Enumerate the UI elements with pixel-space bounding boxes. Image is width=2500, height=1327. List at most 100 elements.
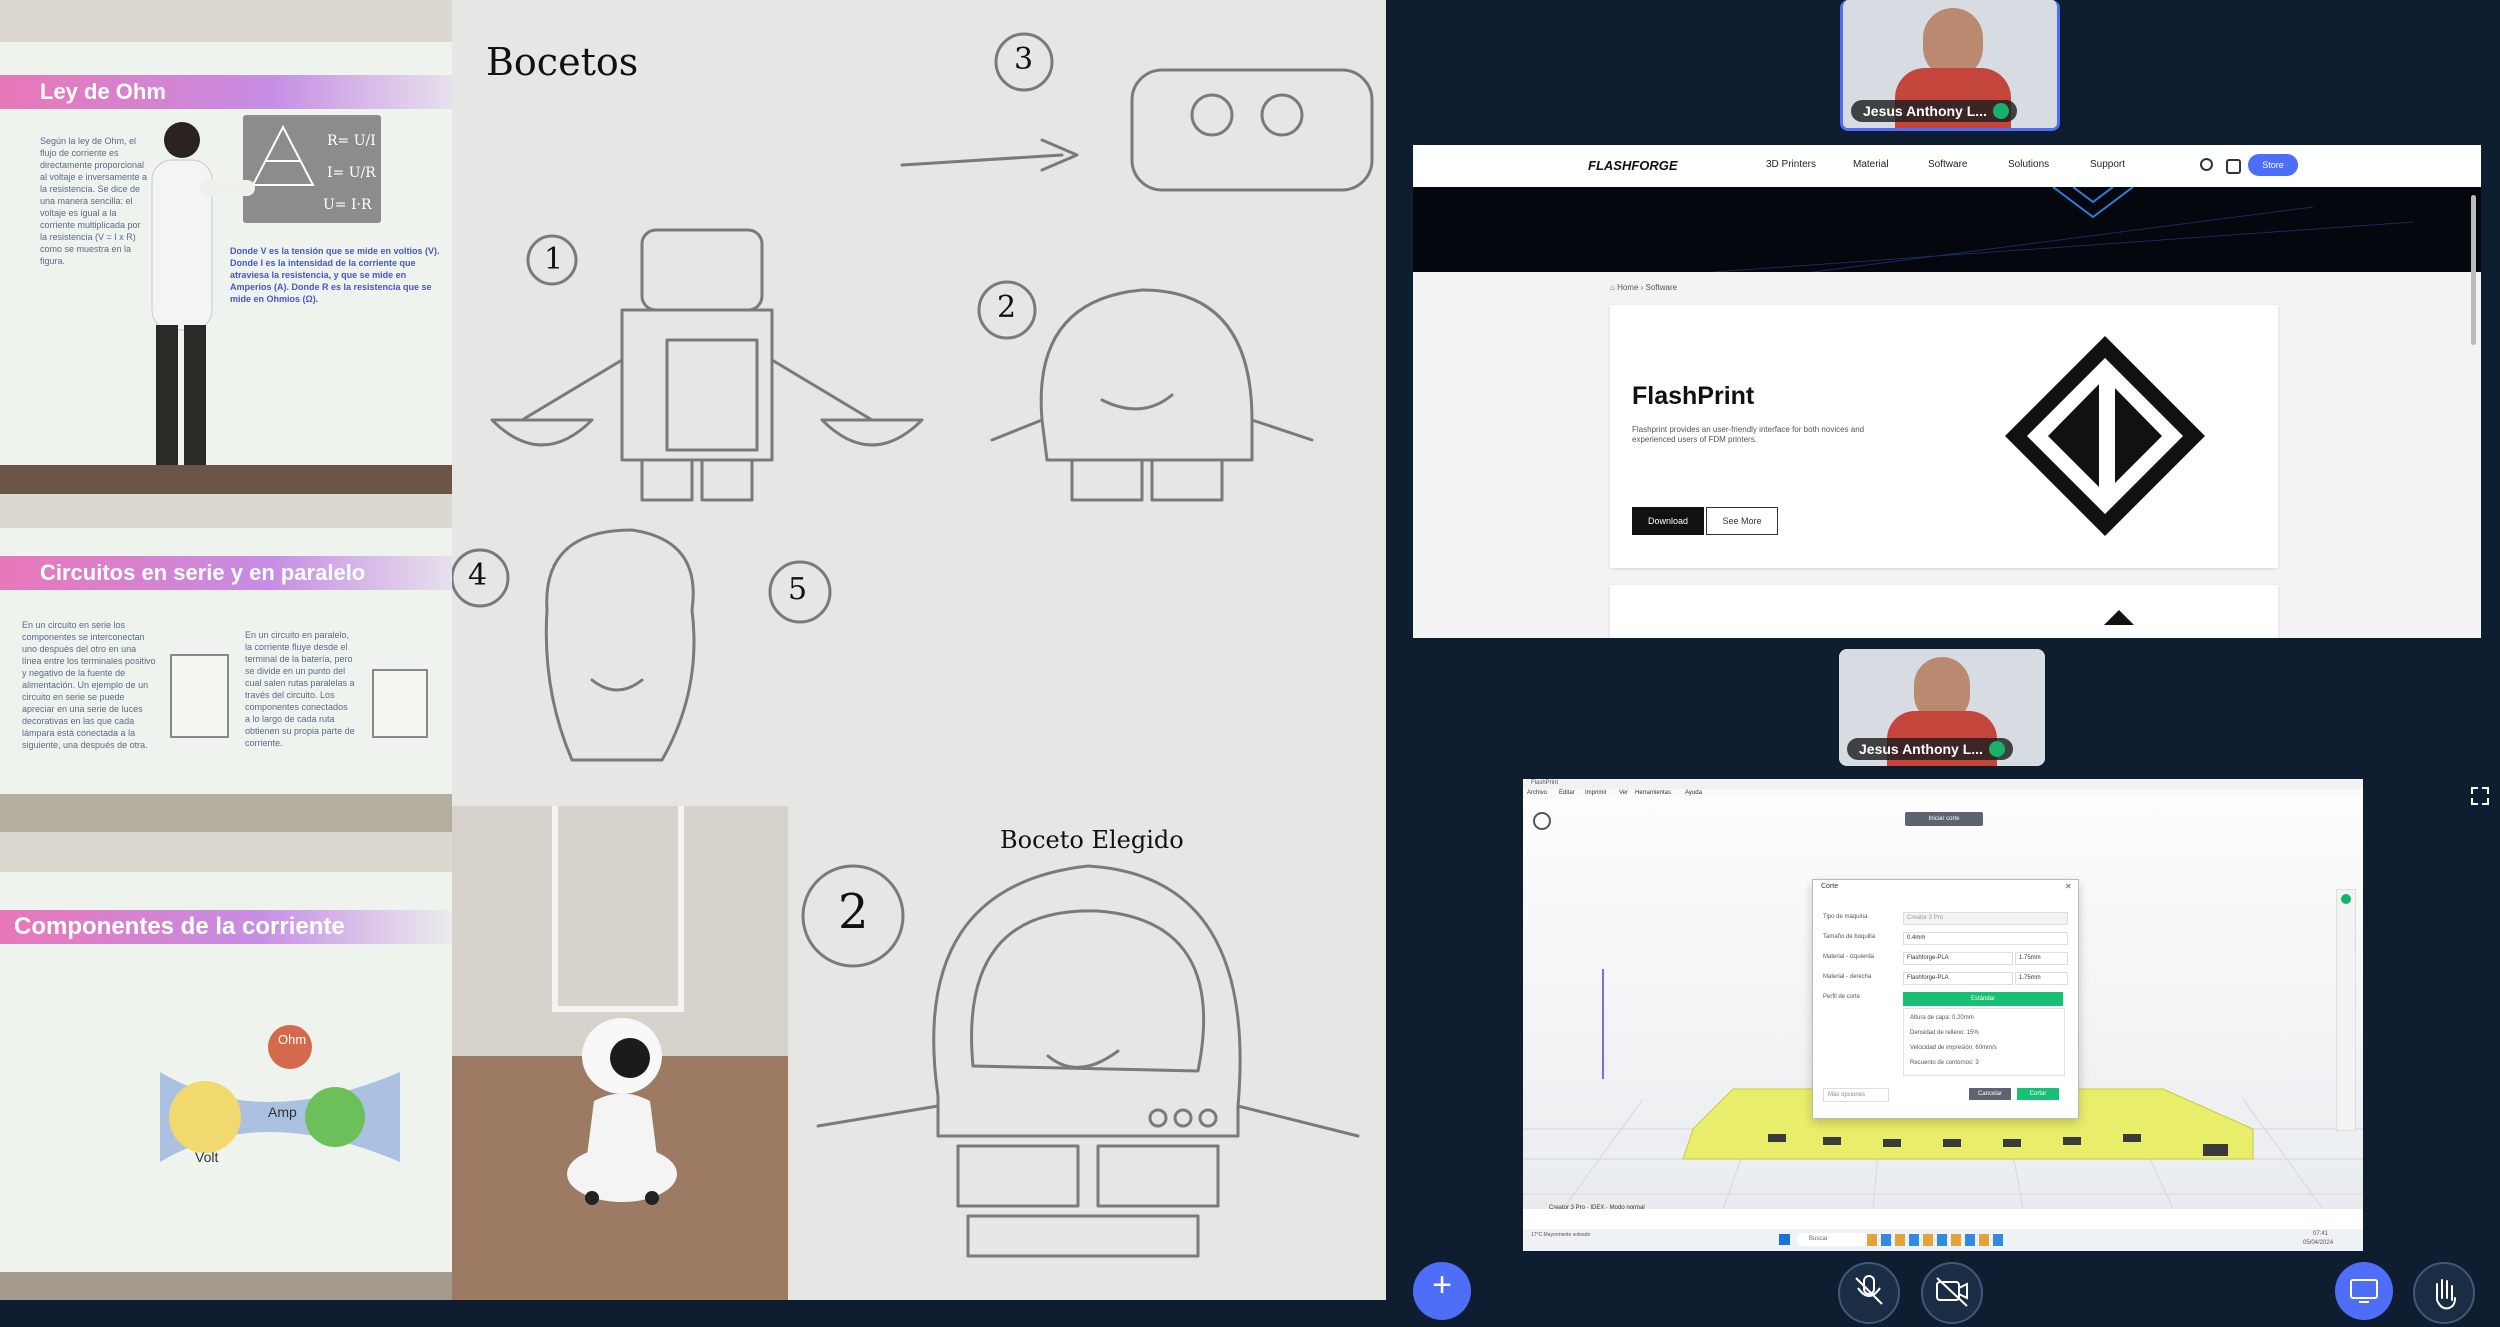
slice-dialog: Corte ✕ Tipo de máquina Creator 3 Pro Ta… — [1812, 879, 2079, 1119]
dialog-title: Corte — [1821, 883, 1839, 890]
select-diameter-left[interactable]: 1.75mm — [2015, 952, 2068, 965]
nav-3d-printers[interactable]: 3D Printers — [1766, 159, 1816, 170]
parallel-circuit-diagram — [372, 669, 428, 738]
shared-screen-slicer[interactable]: FlashPrint Archivo Editar Imprimir Ver H… — [1523, 779, 2363, 1251]
svg-text:R= U/I: R= U/I — [327, 133, 376, 149]
menu-editar[interactable]: Editar — [1559, 790, 1575, 796]
svg-text:I= U/R: I= U/R — [327, 165, 376, 181]
presenter-figure — [151, 122, 255, 490]
slicer-menubar: Archivo Editar Imprimir Ver Herramientas… — [1523, 789, 2363, 799]
taskbar-time: 07:41 — [2313, 1231, 2329, 1237]
participant-video-2[interactable]: Jesus Anthony L... — [1839, 649, 2045, 766]
detail-shells: Recuento de contornos: 3 — [1910, 1060, 1979, 1066]
formula-board: R= U/I I= U/R U= I·R — [243, 115, 381, 223]
profile-standard-button[interactable]: Estándar — [1903, 992, 2063, 1006]
raise-hand-icon — [2436, 1279, 2456, 1310]
windows-start-icon[interactable] — [1779, 1234, 1790, 1245]
product-title: FlashPrint — [1632, 382, 1755, 410]
download-button[interactable]: Download — [1632, 507, 1704, 535]
participant-video-1[interactable]: Jesus Anthony L... — [1840, 0, 2060, 131]
label-slice-profile: Perfil de corte — [1823, 994, 1861, 1000]
hero-graphic — [1712, 186, 2414, 273]
participant-name-2: Jesus Anthony L... — [1847, 738, 2013, 760]
wall — [0, 794, 452, 832]
detail-layer-height: Altura de capa: 0.20mm — [1910, 1015, 1974, 1021]
photo-robot — [452, 806, 788, 1300]
add-button[interactable]: + — [1413, 1262, 1471, 1320]
select-machine-type[interactable]: Creator 3 Pro — [1903, 912, 2068, 925]
series-circuit-diagram — [170, 654, 229, 738]
taskbar-date: 05/04/2024 — [2303, 1240, 2334, 1246]
tool-active-icon[interactable] — [2341, 894, 2351, 904]
add-icon: + — [1432, 1266, 1452, 1304]
mic-icon — [1988, 741, 2005, 757]
sketch-number-5: 5 — [788, 572, 808, 607]
photo-componentes: Componentes de la corriente Volt Amp Ohm — [0, 832, 452, 1300]
label-material-right: Material - derecha — [1823, 974, 1872, 980]
robot-figure — [567, 1018, 677, 1205]
menu-ayuda[interactable]: Ayuda — [1685, 790, 1702, 796]
store-button[interactable]: Store — [2248, 154, 2298, 176]
sketch-number-4: 4 — [468, 558, 488, 593]
circuits-text-right: En un circuito en paralelo, la corriente… — [245, 630, 355, 748]
menu-herramientas[interactable]: Herramientas — [1635, 790, 1671, 796]
label-ohm: Ohm — [278, 1032, 306, 1047]
select-diameter-right[interactable]: 1.75mm — [2015, 972, 2068, 985]
menu-imprimir[interactable]: Imprimir — [1585, 790, 1607, 796]
select-material-right[interactable]: Flashforge-PLA — [1903, 972, 2013, 985]
account-icon[interactable] — [2226, 159, 2241, 174]
sketch-number-3: 3 — [1014, 42, 1034, 77]
taskbar-weather: 17°C Mayormente soleado — [1531, 1232, 1591, 1238]
slice-button[interactable]: Cortar — [2017, 1088, 2059, 1100]
photo-bocetos: Bocetos 1 2 3 4 5 — [452, 0, 1386, 806]
product-card: FlashPrint Flashprint provides an user-f… — [1610, 305, 2278, 568]
sketch-number-2: 2 — [997, 290, 1017, 325]
label-volt: Volt — [195, 1149, 218, 1165]
mute-button[interactable] — [1838, 1262, 1900, 1324]
share-screen-button[interactable] — [2335, 1262, 2393, 1320]
photo-circuitos: Circuitos en serie y en paralelo En un c… — [0, 494, 452, 832]
flashforge-navbar: FLASHFORGE 3D Printers Material Software… — [1413, 145, 2481, 188]
detail-speed: Velocidad de impresión: 60mm/s — [1910, 1045, 1997, 1051]
menu-archivo[interactable]: Archivo — [1527, 790, 1547, 796]
label-machine-type: Tipo de máquina — [1823, 914, 1868, 920]
see-more-button[interactable]: See More — [1706, 507, 1778, 535]
select-material-left[interactable]: Flashforge-PLA — [1903, 952, 2013, 965]
taskbar-app-icons — [1867, 1234, 2007, 1246]
breadcrumb: ⌂ Home › Software — [1610, 283, 1678, 292]
circuits-text-left: En un circuito en serie los componentes … — [22, 620, 156, 750]
product-description: Flashprint provides an user-friendly int… — [1632, 425, 1865, 444]
shared-screen-flashforge[interactable]: FLASHFORGE 3D Printers Material Software… — [1413, 145, 2481, 638]
slide-title-componentes: Componentes de la corriente — [0, 910, 452, 944]
menu-ver[interactable]: Ver — [1619, 790, 1628, 796]
current-components-illustration: Volt Amp Ohm — [160, 1025, 400, 1165]
slicer-titlebar: FlashPrint — [1523, 779, 2363, 789]
ceiling — [0, 832, 452, 872]
chosen-sketch-number: 2 — [838, 884, 869, 940]
raise-hand-button[interactable] — [2413, 1262, 2475, 1324]
floor — [0, 465, 452, 494]
select-nozzle-size[interactable]: 0.4mm — [1903, 932, 2068, 945]
wall — [0, 1272, 452, 1300]
nav-software[interactable]: Software — [1928, 159, 1967, 170]
detail-infill: Densidad de relleno: 15% — [1910, 1030, 1979, 1036]
camera-button[interactable] — [1921, 1262, 1983, 1324]
nav-material[interactable]: Material — [1853, 159, 1889, 170]
nav-solutions[interactable]: Solutions — [2008, 159, 2049, 170]
start-slicing-button[interactable]: Iniciar corte — [1905, 812, 1983, 826]
mic-icon — [1992, 103, 2009, 119]
browser-scrollbar[interactable] — [2471, 195, 2476, 345]
cancel-button[interactable]: Cancelar — [1969, 1088, 2011, 1100]
taskbar-search-box[interactable]: Buscar — [1797, 1233, 1869, 1246]
more-options-button[interactable]: Más opciones — [1823, 1088, 1889, 1102]
dialog-close-icon[interactable]: ✕ — [2065, 882, 2072, 891]
fullscreen-icon[interactable] — [2470, 786, 2490, 806]
nav-support[interactable]: Support — [2090, 159, 2125, 170]
chosen-sketch-drawing — [801, 864, 1360, 1258]
sketches-drawing — [452, 32, 1374, 762]
hero-banner — [1413, 186, 2481, 273]
ohm-triangle-icon: R= U/I I= U/R U= I·R — [251, 124, 376, 213]
search-icon[interactable] — [2200, 158, 2213, 171]
breadcrumb-home[interactable]: Home — [1617, 283, 1638, 292]
home-view-icon[interactable] — [1533, 812, 1551, 830]
